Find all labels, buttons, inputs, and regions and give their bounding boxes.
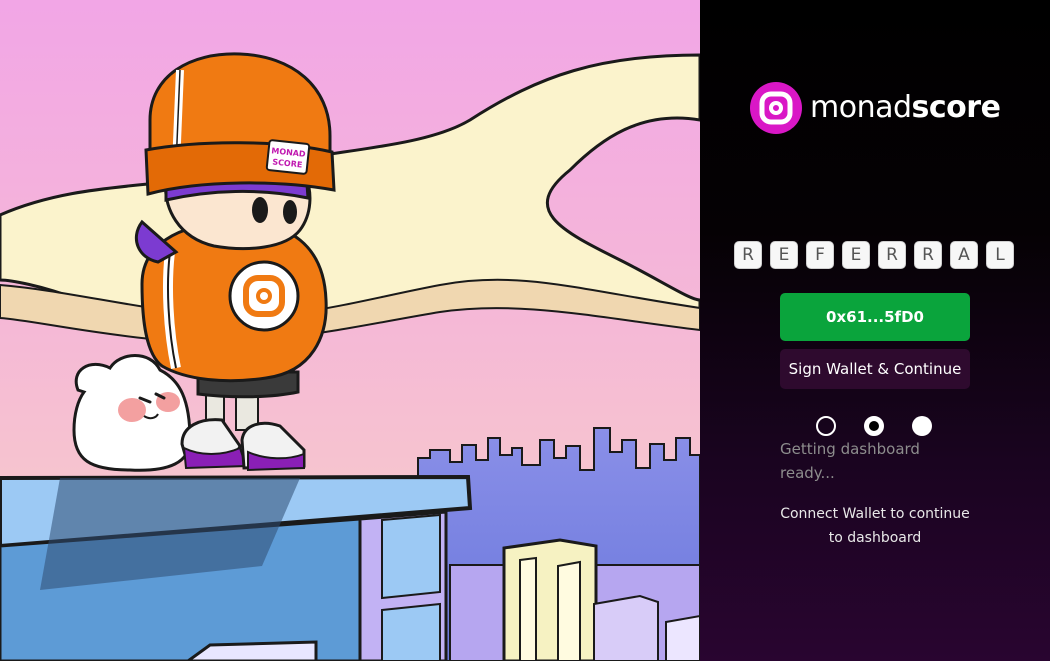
monadscore-logo-icon [750, 82, 802, 134]
referral-char-box[interactable]: R [734, 241, 762, 269]
referral-char-box[interactable]: E [770, 241, 798, 269]
referral-code-input[interactable]: R E F E R R A L [734, 241, 1016, 269]
login-panel: monadscore R E F E R R A L 0x61...5fD0 S… [700, 0, 1050, 661]
progress-steps [816, 416, 936, 438]
brand-name-bold: score [911, 90, 1001, 125]
progress-step-1 [816, 416, 836, 436]
hero-illustration: MONAD SCORE [0, 0, 700, 661]
building-front [502, 538, 598, 661]
brand: monadscore [750, 82, 1001, 134]
sign-wallet-button[interactable]: Sign Wallet & Continue [780, 349, 970, 389]
referral-char-box[interactable]: A [950, 241, 978, 269]
referral-char-box[interactable]: R [878, 241, 906, 269]
progress-step-2-active [864, 416, 884, 436]
brand-name: monadscore [810, 90, 1001, 126]
connect-wallet-note: Connect Wallet to continue to dashboard [780, 506, 970, 546]
referral-char-box[interactable]: L [986, 241, 1014, 269]
wallet-address-button[interactable]: 0x61...5fD0 [780, 293, 970, 341]
referral-char-box[interactable]: R [914, 241, 942, 269]
status-text: Getting dashboard ready... [780, 440, 920, 482]
brand-name-light: monad [810, 90, 912, 125]
referral-char-box[interactable]: E [842, 241, 870, 269]
referral-char-box[interactable]: F [806, 241, 834, 269]
progress-step-3 [912, 416, 932, 436]
